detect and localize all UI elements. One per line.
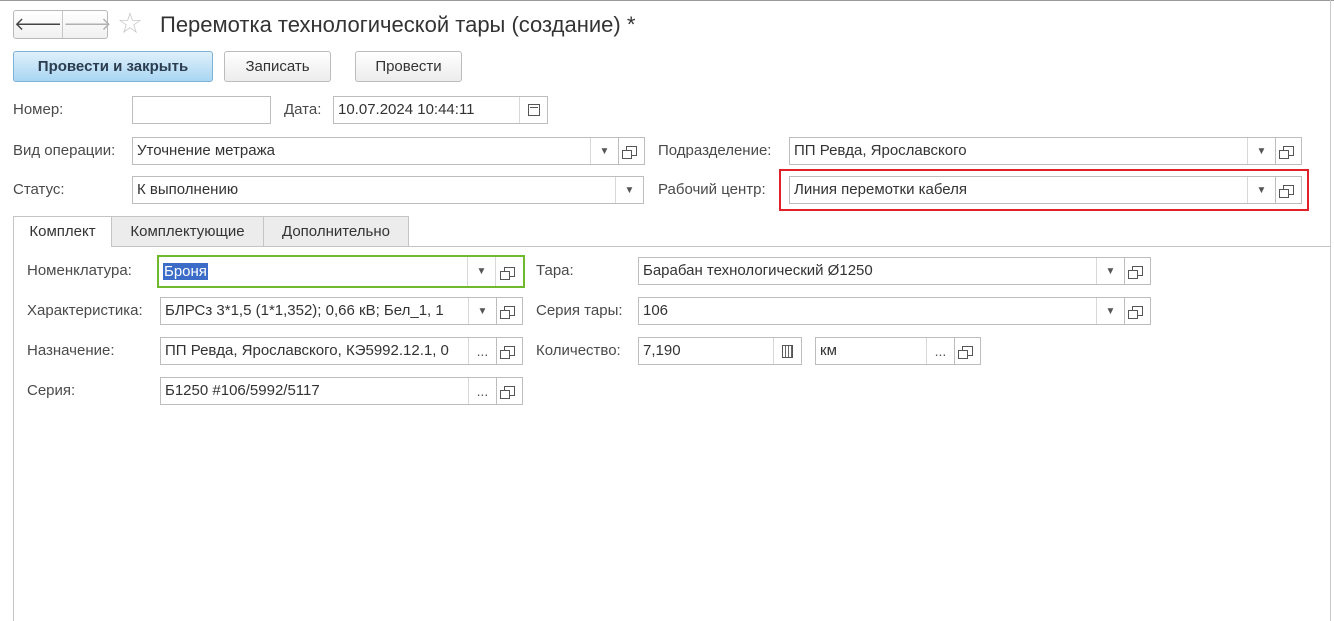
purpose-field[interactable]: ПП Ревда, Ярославского, КЭ5992.12.1, 0 .… [160, 337, 497, 365]
forward-arrow-icon[interactable]: 🡒 [62, 11, 112, 38]
operation-type-value[interactable]: Уточнение метража [133, 138, 590, 164]
tab-panel-border [13, 246, 14, 621]
date-value[interactable]: 10.07.2024 10:44:11 [334, 97, 519, 123]
division-label: Подразделение: [658, 142, 772, 159]
page-title: Перемотка технологической тары (создание… [160, 12, 636, 37]
characteristic-field[interactable]: БЛРСз 3*1,5 (1*1,352); 0,66 кВ; Бел_1, 1… [160, 297, 497, 325]
date-label: Дата: [284, 101, 322, 118]
container-series-label: Серия тары: [536, 302, 623, 319]
save-button[interactable]: Записать [224, 51, 331, 82]
number-label: Номер: [13, 101, 64, 118]
series-label: Серия: [27, 382, 76, 399]
series-field[interactable]: Б1250 #106/5992/5117 ... [160, 377, 497, 405]
open-icon[interactable] [955, 337, 981, 365]
operation-type-label: Вид операции: [13, 142, 116, 159]
tab-components[interactable]: Комплектующие [111, 216, 264, 247]
select-dots-icon[interactable]: ... [468, 378, 496, 404]
chevron-down-icon[interactable]: ▼ [1096, 258, 1124, 284]
chevron-down-icon[interactable]: ▼ [1247, 138, 1275, 164]
status-label: Статус: [13, 181, 65, 198]
division-value[interactable]: ПП Ревда, Ярославского [790, 138, 1247, 164]
unit-field[interactable]: км ... [815, 337, 955, 365]
nomenclature-field[interactable]: Броня ▼ [157, 255, 525, 288]
select-dots-icon[interactable]: ... [926, 338, 954, 364]
purpose-value[interactable]: ПП Ревда, Ярославского, КЭ5992.12.1, 0 [161, 338, 468, 364]
quantity-value[interactable]: 7,190 [639, 338, 773, 364]
open-icon[interactable] [1125, 257, 1151, 285]
characteristic-label: Характеристика: [27, 302, 143, 319]
chevron-down-icon[interactable]: ▼ [468, 298, 496, 324]
navigation-group: 🡐 🡒 [13, 10, 112, 39]
select-dots-icon[interactable]: ... [468, 338, 496, 364]
open-icon[interactable] [495, 257, 523, 286]
chevron-down-icon[interactable]: ▼ [1096, 298, 1124, 324]
number-field[interactable] [132, 96, 271, 124]
open-icon[interactable] [497, 337, 523, 365]
date-field[interactable]: 10.07.2024 10:44:11 [333, 96, 548, 124]
chevron-down-icon[interactable]: ▼ [467, 257, 495, 286]
chevron-down-icon[interactable]: ▼ [1247, 177, 1275, 203]
nomenclature-label: Номенклатура: [27, 262, 132, 279]
work-center-field[interactable]: Линия перемотки кабеля ▼ [789, 176, 1276, 204]
post-button[interactable]: Провести [355, 51, 462, 82]
open-icon[interactable] [1276, 137, 1302, 165]
chevron-down-icon[interactable]: ▼ [590, 138, 618, 164]
post-and-close-button[interactable]: Провести и закрыть [13, 51, 213, 82]
back-arrow-icon[interactable]: 🡐 [14, 11, 62, 38]
status-value[interactable]: К выполнению [133, 177, 615, 203]
container-value[interactable]: Барабан технологический Ø1250 [639, 258, 1096, 284]
calculator-icon[interactable] [773, 338, 801, 364]
open-icon[interactable] [619, 137, 645, 165]
nomenclature-value[interactable]: Броня [159, 257, 467, 286]
favorite-star-icon[interactable]: ☆ [117, 9, 143, 39]
window-right-border [1330, 0, 1331, 621]
open-icon[interactable] [1276, 176, 1302, 204]
tab-additional[interactable]: Дополнительно [263, 216, 409, 247]
work-center-value[interactable]: Линия перемотки кабеля [790, 177, 1247, 203]
window-top-border [0, 0, 1334, 1]
characteristic-value[interactable]: БЛРСз 3*1,5 (1*1,352); 0,66 кВ; Бел_1, 1 [161, 298, 468, 324]
operation-type-field[interactable]: Уточнение метража ▼ [132, 137, 619, 165]
tab-kit[interactable]: Комплект [13, 216, 112, 247]
open-icon[interactable] [497, 297, 523, 325]
quantity-field[interactable]: 7,190 [638, 337, 802, 365]
chevron-down-icon[interactable]: ▼ [615, 177, 643, 203]
division-field[interactable]: ПП Ревда, Ярославского ▼ [789, 137, 1276, 165]
work-center-label: Рабочий центр: [658, 181, 766, 198]
status-field[interactable]: К выполнению ▼ [132, 176, 644, 204]
calendar-icon[interactable] [519, 97, 547, 123]
quantity-label: Количество: [536, 342, 621, 359]
container-series-field[interactable]: 106 ▼ [638, 297, 1125, 325]
series-value[interactable]: Б1250 #106/5992/5117 [161, 378, 468, 404]
purpose-label: Назначение: [27, 342, 115, 359]
container-field[interactable]: Барабан технологический Ø1250 ▼ [638, 257, 1125, 285]
open-icon[interactable] [1125, 297, 1151, 325]
container-label: Тара: [536, 262, 574, 279]
open-icon[interactable] [497, 377, 523, 405]
unit-value[interactable]: км [816, 338, 926, 364]
container-series-value[interactable]: 106 [639, 298, 1096, 324]
number-value[interactable] [133, 97, 270, 123]
